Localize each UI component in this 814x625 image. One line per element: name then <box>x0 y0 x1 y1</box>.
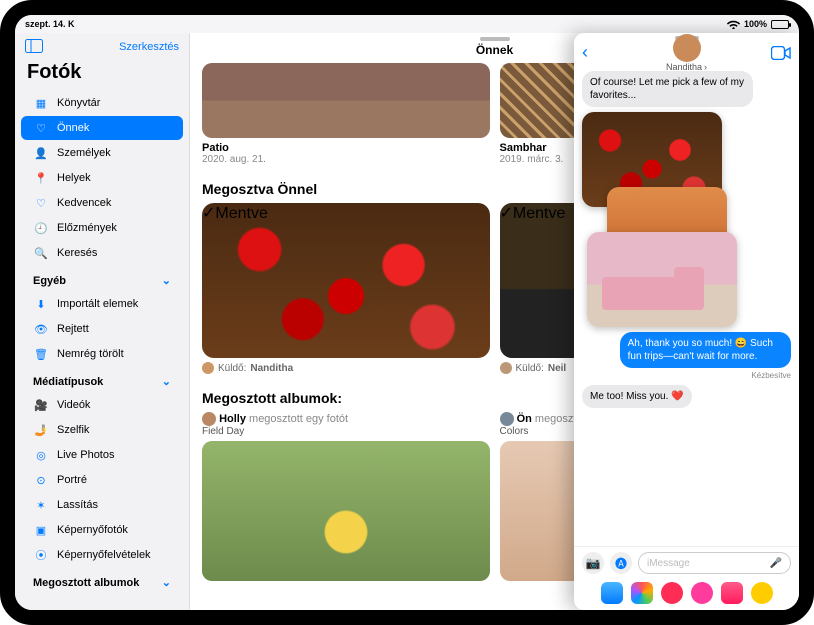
imessage-app-strip <box>574 579 799 610</box>
slomo-icon: ✶ <box>33 497 49 513</box>
camera-button[interactable]: 📷 <box>582 552 604 574</box>
chevron-down-icon: ⌄ <box>162 375 171 388</box>
eye-icon: 👁 <box>33 321 49 337</box>
nav-selfies[interactable]: 🤳Szelfik <box>21 418 183 442</box>
section-shared-albums[interactable]: Megosztott albumok⌄ <box>21 568 183 593</box>
app-memoji-chip[interactable] <box>751 582 773 604</box>
message-in: Of course! Let me pick a few of my favor… <box>582 71 753 107</box>
live-icon: ◎ <box>33 447 49 463</box>
sidebar: Szerkesztés Fotók ▦Könyvtár ♡Önnek 👤Szem… <box>15 33 190 610</box>
for-you-icon: ♡ <box>33 120 49 136</box>
contact-info[interactable]: Nanditha › <box>574 34 799 72</box>
clock-icon: 🕘 <box>33 220 49 236</box>
nav-places[interactable]: 📍Helyek <box>21 166 183 190</box>
nav-screenrec[interactable]: ⦿Képernyőfelvételek <box>21 543 183 567</box>
status-bar: szept. 14. K 100% <box>15 15 799 33</box>
portrait-icon: ⊙ <box>33 472 49 488</box>
nav-library[interactable]: ▦Könyvtár <box>21 91 183 115</box>
check-icon: ✓ <box>202 205 215 222</box>
appstore-button[interactable]: 🅐 <box>610 552 632 574</box>
app-hearts-chip[interactable] <box>661 582 683 604</box>
nav-people[interactable]: 👤Személyek <box>21 141 183 165</box>
screenshot-icon: ▣ <box>33 522 49 538</box>
sender-row: Küldő: Nanditha <box>202 362 490 374</box>
attachment-image <box>587 232 737 327</box>
contact-avatar <box>673 34 701 62</box>
nav-videos[interactable]: 🎥Videók <box>21 393 183 417</box>
shared-thumb: ✓Mentve <box>202 203 490 358</box>
app-photos-chip[interactable] <box>631 582 653 604</box>
avatar <box>500 412 514 426</box>
chevron-right-icon: › <box>704 62 707 72</box>
avatar <box>202 362 214 374</box>
nav-slomo[interactable]: ✶Lassítás <box>21 493 183 517</box>
edit-button[interactable]: Szerkesztés <box>119 41 179 53</box>
battery-icon <box>771 20 789 29</box>
wifi-icon <box>727 19 740 29</box>
nav-search[interactable]: 🔍Keresés <box>21 241 183 265</box>
message-placeholder: iMessage <box>647 558 690 569</box>
app-title: Fotók <box>15 59 189 90</box>
memory-thumb <box>202 63 490 138</box>
saved-badge: ✓Mentve <box>202 203 490 223</box>
section-media[interactable]: Médiatípusok⌄ <box>21 367 183 392</box>
check-icon: ✓ <box>500 205 513 222</box>
chevron-down-icon: ⌄ <box>162 576 171 589</box>
heart-icon: ♡ <box>33 195 49 211</box>
message-thread[interactable]: Of course! Let me pick a few of my favor… <box>574 67 799 546</box>
nav-for-you[interactable]: ♡Önnek <box>21 116 183 140</box>
app-music-chip[interactable] <box>721 582 743 604</box>
message-in: Me too! Miss you. ❤️ <box>582 385 692 408</box>
avatar <box>202 412 216 426</box>
album-card[interactable]: Holly megosztott egy fotót Field Day <box>202 412 490 581</box>
mic-icon[interactable]: 🎤 <box>770 558 782 569</box>
nav-hidden[interactable]: 👁Rejtett <box>21 317 183 341</box>
sidebar-toggle-icon[interactable] <box>25 39 43 55</box>
section-other[interactable]: Egyéb⌄ <box>21 266 183 291</box>
memory-card[interactable]: Patio 2020. aug. 21. <box>202 63 490 165</box>
message-out: Ah, thank you so much! 😄 Such fun trips—… <box>620 332 791 368</box>
memory-date: 2020. aug. 21. <box>202 154 490 165</box>
status-time: szept. 14. K <box>25 19 75 29</box>
chevron-down-icon: ⌄ <box>162 274 171 287</box>
places-icon: 📍 <box>33 170 49 186</box>
screenrec-icon: ⦿ <box>33 547 49 563</box>
app-store-chip[interactable] <box>601 582 623 604</box>
app-search-chip[interactable] <box>691 582 713 604</box>
nav-deleted[interactable]: 🗑Nemrég törölt <box>21 342 183 366</box>
selfie-icon: 🤳 <box>33 422 49 438</box>
nav-portrait[interactable]: ⊙Portré <box>21 468 183 492</box>
nav-live[interactable]: ◎Live Photos <box>21 443 183 467</box>
nav-recent[interactable]: 🕘Előzmények <box>21 216 183 240</box>
messages-slideover: ‹ Nanditha › Of course! Let me pick a fe… <box>574 33 799 610</box>
delivered-label: Kézbesítve <box>751 371 791 380</box>
trash-icon: 🗑 <box>33 346 49 362</box>
memory-title: Patio <box>202 142 490 154</box>
search-icon: 🔍 <box>33 245 49 261</box>
nav-favorites[interactable]: ♡Kedvencek <box>21 191 183 215</box>
video-icon: 🎥 <box>33 397 49 413</box>
device-frame: szept. 14. K 100% Szerkesztés Fotók ▦Kön… <box>0 0 814 625</box>
nav-imported[interactable]: ⬇Importált elemek <box>21 292 183 316</box>
album-thumb <box>202 441 490 581</box>
shared-card[interactable]: ✓Mentve Küldő: Nanditha <box>202 203 490 374</box>
messages-header: ‹ Nanditha › <box>574 40 799 67</box>
avatar <box>500 362 512 374</box>
message-input-bar: 📷 🅐 iMessage 🎤 <box>574 546 799 579</box>
message-field[interactable]: iMessage 🎤 <box>638 552 791 574</box>
image-attachment-stack[interactable] <box>582 112 732 327</box>
download-icon: ⬇ <box>33 296 49 312</box>
people-icon: 👤 <box>33 145 49 161</box>
sidebar-nav: ▦Könyvtár ♡Önnek 👤Személyek 📍Helyek ♡Ked… <box>15 90 189 594</box>
nav-screenshots[interactable]: ▣Képernyőfotók <box>21 518 183 542</box>
battery-percent: 100% <box>744 19 767 29</box>
library-icon: ▦ <box>33 95 49 111</box>
